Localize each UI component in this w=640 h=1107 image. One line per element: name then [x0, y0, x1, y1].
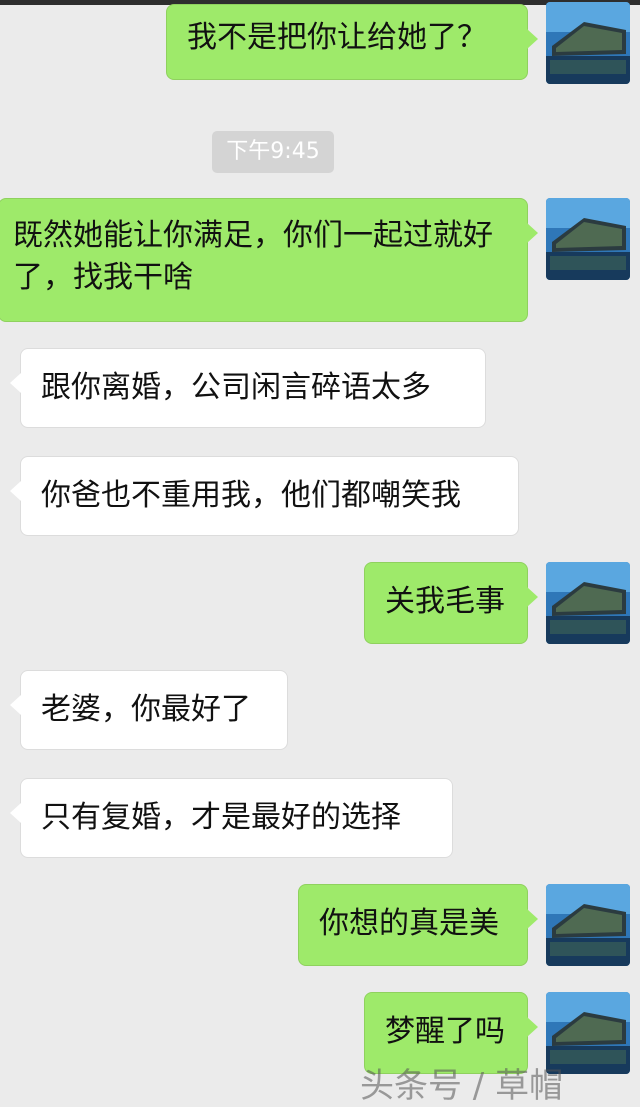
message-bubble-sent[interactable]: 我不是把你让给她了？ [166, 4, 538, 80]
message-bubble-received[interactable]: 跟你离婚，公司闲言碎语太多 [10, 348, 486, 428]
building-night-photo-icon [546, 2, 630, 84]
building-night-photo-icon [546, 884, 630, 966]
message-bubble-received[interactable]: 你爸也不重用我，他们都嘲笑我 [10, 456, 519, 536]
avatar[interactable] [546, 884, 630, 966]
building-night-photo-icon [546, 562, 630, 644]
building-night-photo-icon [546, 198, 630, 280]
avatar[interactable] [546, 198, 630, 280]
avatar[interactable] [546, 562, 630, 644]
avatar[interactable] [546, 2, 630, 84]
message-bubble-sent[interactable]: 既然她能让你满足，你们一起过就好了，找我干啥 [0, 198, 538, 322]
message-bubble-received[interactable]: 只有复婚，才是最好的选择 [10, 778, 453, 858]
watermark: 头条号 / 草帽 [360, 1066, 564, 1106]
message-bubble-sent[interactable]: 关我毛事 [364, 562, 538, 644]
message-bubble-received[interactable]: 老婆，你最好了 [10, 670, 288, 750]
message-bubble-sent[interactable]: 你想的真是美 [298, 884, 538, 966]
timestamp-badge: 下午9:45 [212, 131, 334, 173]
